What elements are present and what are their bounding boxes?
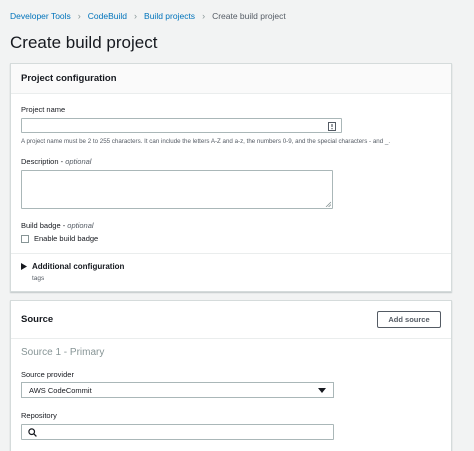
enable-badge-row[interactable]: Enable build badge — [21, 234, 98, 243]
source-panel: Source Add source Source 1 - Primary Sou… — [10, 300, 452, 451]
chevron-right-icon: › — [202, 11, 206, 21]
repository-search-input[interactable] — [21, 424, 334, 440]
enable-badge-checkbox[interactable] — [21, 234, 29, 243]
source-provider-select[interactable]: AWS CodeCommit — [21, 382, 334, 398]
additional-configuration-label: Additional configuration — [32, 262, 125, 271]
caret-down-icon — [318, 387, 326, 393]
optional-tag: optional — [67, 221, 94, 230]
repository-label: Repository — [21, 411, 57, 420]
build-badge-label: Build badge - optional — [21, 221, 94, 230]
breadcrumb-developer-tools[interactable]: Developer Tools — [10, 11, 71, 21]
breadcrumb: Developer Tools › CodeBuild › Build proj… — [10, 10, 286, 22]
chevron-right-icon: › — [77, 11, 81, 21]
panel-header: Source Add source — [11, 301, 451, 339]
caret-right-icon — [21, 263, 27, 270]
description-textarea[interactable] — [21, 170, 333, 209]
panel-title: Source — [21, 314, 54, 325]
divider — [11, 253, 451, 254]
input-assist-icon — [328, 122, 336, 131]
breadcrumb-build-projects[interactable]: Build projects — [144, 11, 195, 21]
optional-tag: optional — [65, 157, 92, 166]
page-title: Create build project — [10, 33, 158, 52]
project-name-hint: A project name must be 2 to 255 characte… — [21, 138, 391, 145]
panel-header: Project configuration — [11, 64, 451, 94]
breadcrumb-codebuild[interactable]: CodeBuild — [88, 11, 127, 21]
project-name-label: Project name — [21, 105, 66, 114]
description-label: Description - optional — [21, 157, 92, 166]
search-icon — [28, 428, 37, 437]
source-provider-label: Source provider — [21, 370, 74, 379]
project-name-input[interactable] — [21, 118, 342, 133]
chevron-right-icon: › — [134, 11, 138, 21]
project-configuration-panel: Project configuration Project name A pro… — [10, 63, 452, 292]
source-provider-value: AWS CodeCommit — [29, 385, 92, 395]
panel-title: Project configuration — [21, 73, 117, 84]
add-source-button[interactable]: Add source — [377, 311, 441, 328]
resize-handle-icon[interactable] — [325, 201, 331, 207]
additional-configuration-toggle[interactable]: Additional configuration — [21, 262, 124, 271]
source-primary-heading: Source 1 - Primary — [21, 347, 105, 358]
additional-configuration-sub: tags — [32, 275, 45, 282]
enable-badge-label[interactable]: Enable build badge — [34, 234, 98, 243]
breadcrumb-current: Create build project — [212, 11, 286, 21]
